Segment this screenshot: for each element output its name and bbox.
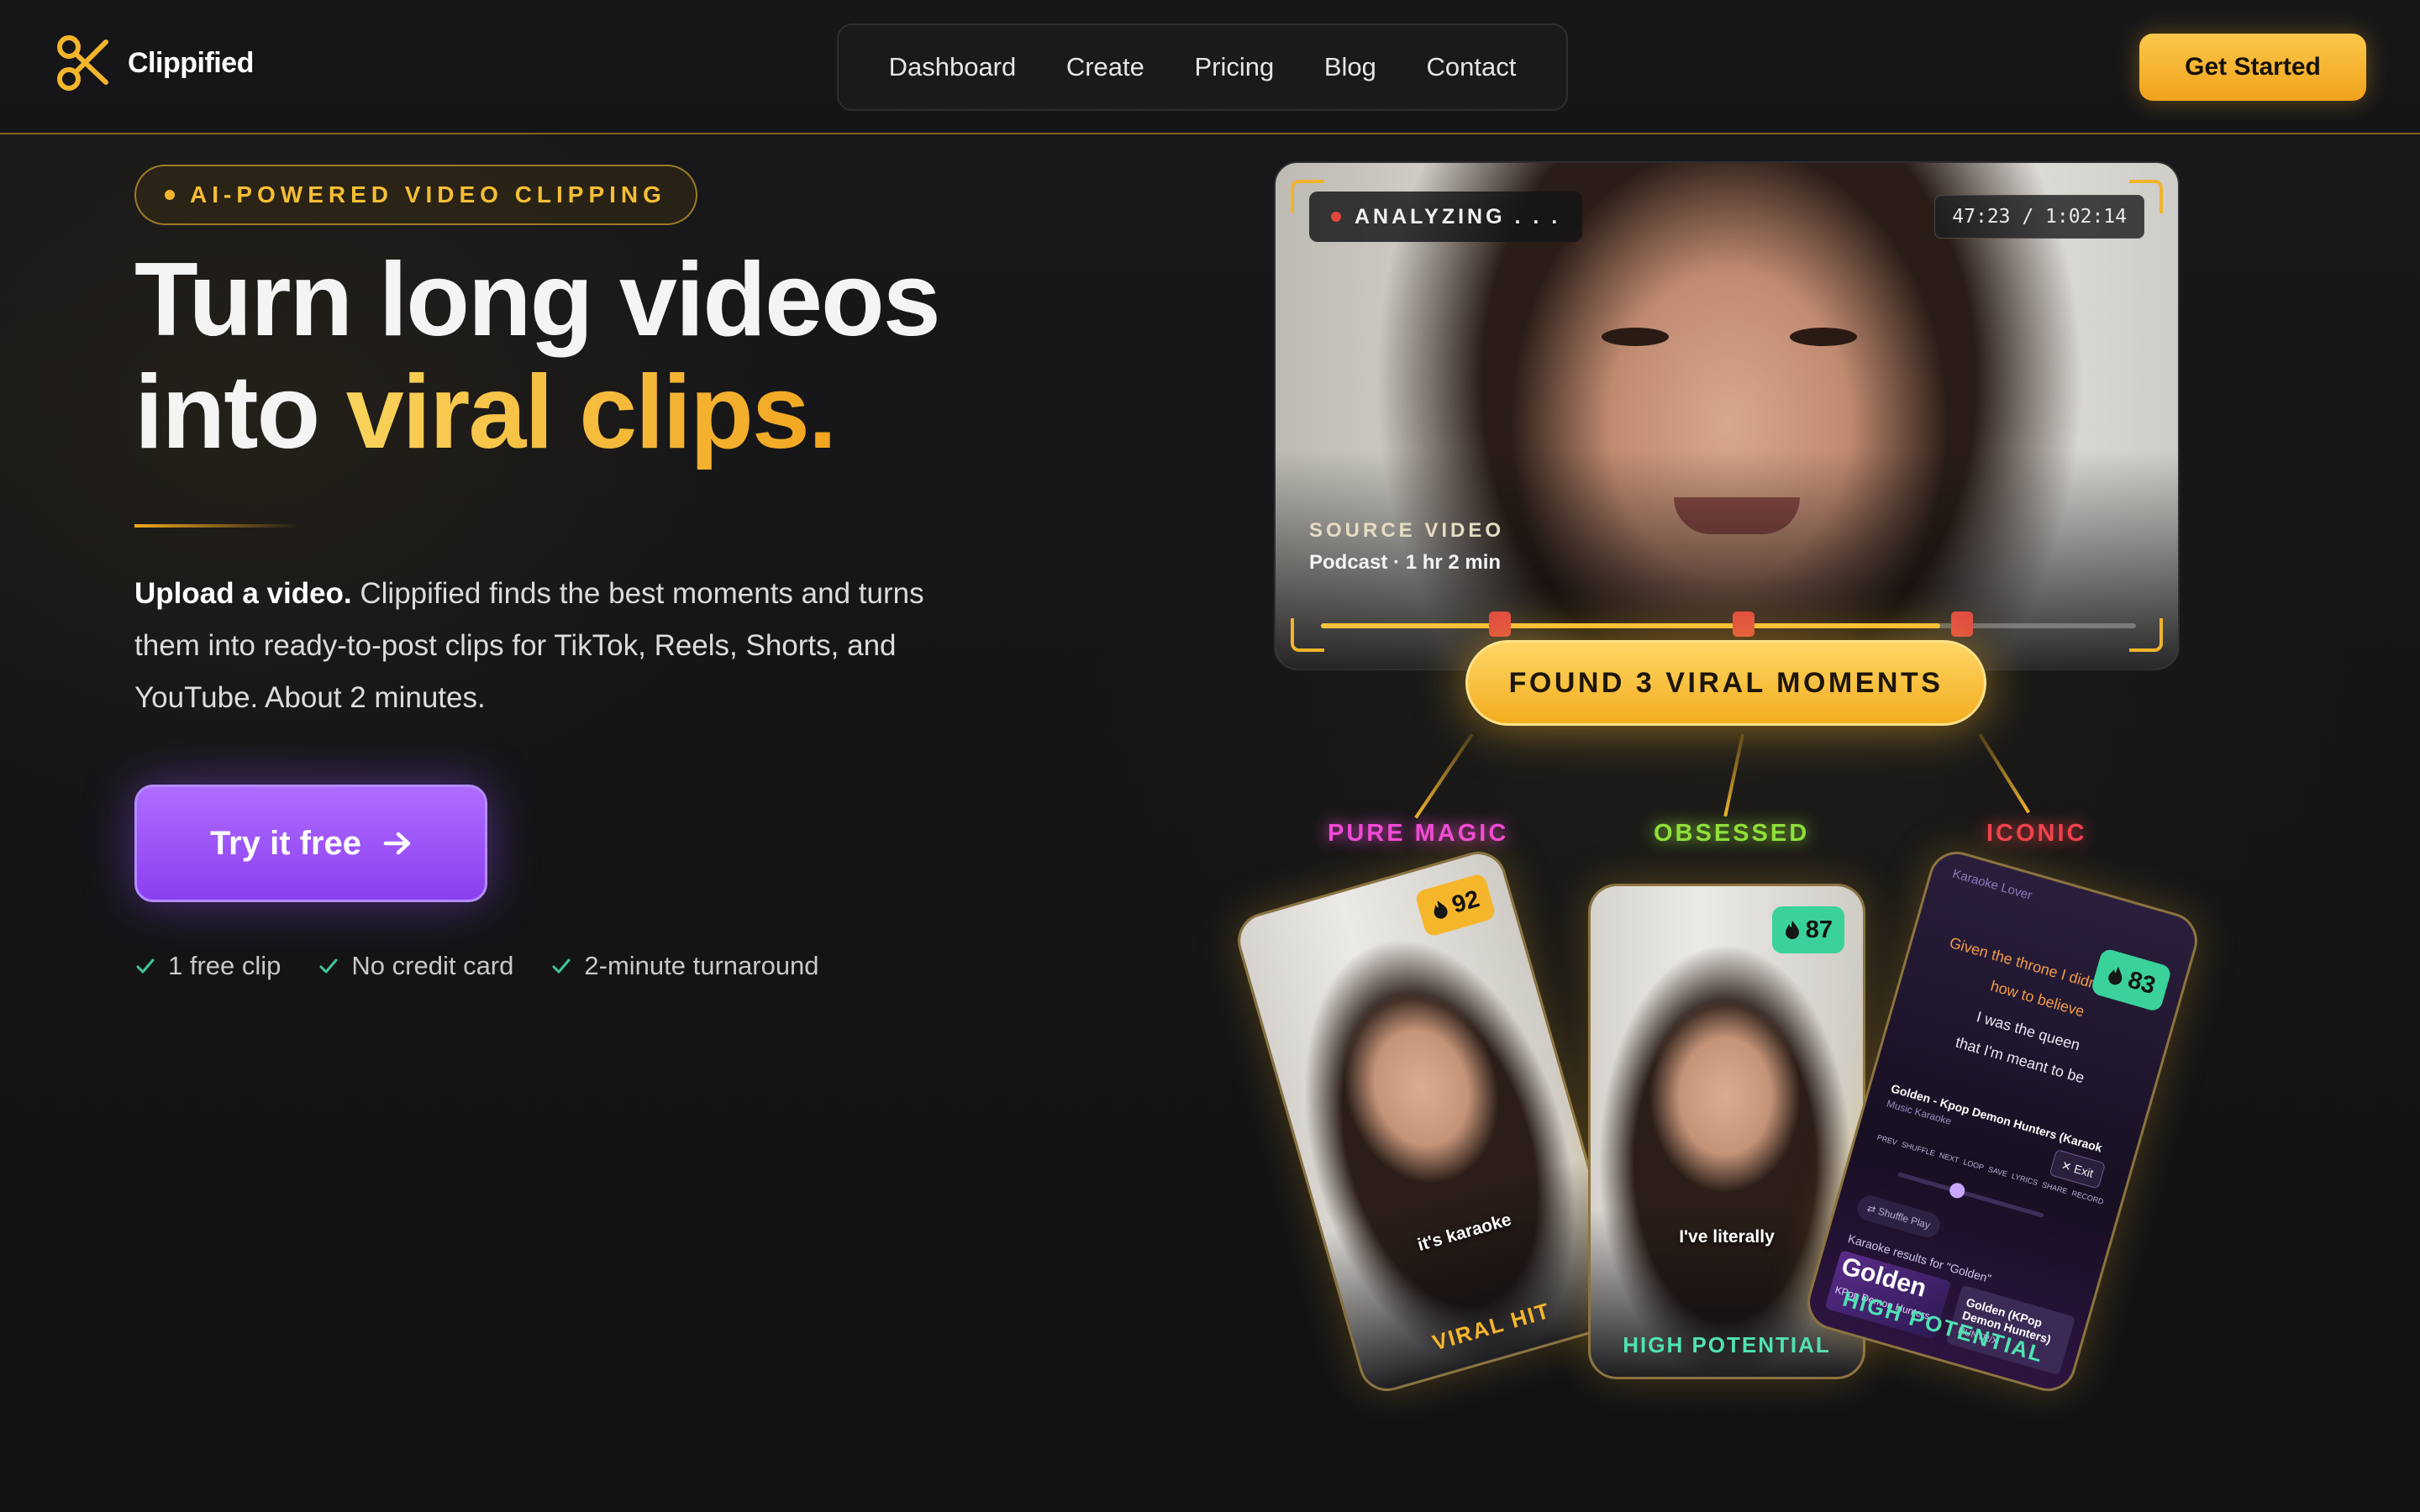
nav-link-pricing[interactable]: Pricing <box>1194 52 1274 82</box>
badge-dot-icon <box>165 190 175 200</box>
perk-item: 2-minute turnaround <box>550 951 819 981</box>
viral-moment-marker <box>1951 612 1973 637</box>
viral-moment-marker <box>1733 612 1754 637</box>
perk-label: No credit card <box>351 951 514 980</box>
try-it-free-button[interactable]: Try it free <box>134 785 487 902</box>
source-video-meta: Podcast · 1 hr 2 min <box>1309 551 1502 574</box>
headline-line-2-plain: into <box>134 354 346 470</box>
connector-line <box>1978 732 2030 814</box>
video-subject-eye <box>1790 328 1857 346</box>
get-started-button[interactable]: Get Started <box>2139 34 2366 101</box>
check-icon <box>319 958 338 974</box>
perks-list: 1 free clip No credit card 2-minute turn… <box>134 951 819 981</box>
video-timecode: 47:23 / 1:02:14 <box>1934 195 2144 239</box>
nav-link-contact[interactable]: Contact <box>1426 52 1516 82</box>
nav-link-blog[interactable]: Blog <box>1324 52 1376 82</box>
score-value: 87 <box>1805 916 1833 943</box>
landing-page: Clippified Dashboard Create Pricing Blog… <box>0 0 2420 1512</box>
brand-logo[interactable]: Clippified <box>55 34 254 92</box>
karaoke-control: SHUFFLE <box>1900 1140 1936 1158</box>
frame-corner <box>1291 618 1324 652</box>
slider-knob <box>1948 1181 1967 1200</box>
score-value: 92 <box>1449 885 1483 919</box>
video-progress-fill <box>1321 623 1941 628</box>
karaoke-control: SAVE <box>1986 1164 2009 1179</box>
perk-label: 2-minute turnaround <box>584 951 819 980</box>
headline-highlight: viral clips. <box>345 354 838 470</box>
flame-icon <box>1785 921 1799 939</box>
perk-item: No credit card <box>318 951 513 981</box>
karaoke-control: RECORD <box>2070 1189 2105 1206</box>
karaoke-app-name: Karaoke Lover <box>1950 866 2034 903</box>
top-nav: Clippified Dashboard Create Pricing Blog… <box>0 0 2420 134</box>
karaoke-control: LOOP <box>1962 1158 1986 1172</box>
video-progress-track <box>1321 612 2136 637</box>
lead-bold: Upload a video. <box>134 577 352 610</box>
arrow-right-icon <box>383 832 411 855</box>
try-it-free-label: Try it free <box>209 824 362 862</box>
brand-name: Clippified <box>128 46 254 79</box>
karaoke-control: PREV <box>1876 1132 1899 1147</box>
badge-text: AI-POWERED VIDEO CLIPPING <box>190 181 666 207</box>
connector-line <box>1414 732 1474 819</box>
perk-label: 1 free clip <box>168 951 281 980</box>
source-video-preview: ANALYZING . . . 47:23 / 1:02:14 SOURCE V… <box>1274 161 2180 670</box>
recording-dot-icon <box>1331 212 1341 222</box>
hero-headline: Turn long videos into viral clips. <box>134 244 1143 469</box>
clip-label-iconic: ICONIC <box>1986 820 2087 847</box>
clip-tag: HIGH POTENTIAL <box>1623 1332 1831 1357</box>
hero-description: Upload a video. Clippified finds the bes… <box>134 568 975 724</box>
karaoke-control: SHARE <box>2040 1180 2069 1196</box>
nav-link-dashboard[interactable]: Dashboard <box>889 52 1017 82</box>
analyzing-label: ANALYZING . . . <box>1355 204 1561 228</box>
bottom-fade <box>0 1428 2420 1512</box>
viral-moment-marker <box>1489 612 1511 637</box>
headline-divider <box>134 524 299 528</box>
headline-line-1: Turn long videos <box>134 242 941 358</box>
check-icon <box>552 958 571 974</box>
flame-icon <box>2107 966 2122 985</box>
clip-label-pure-magic: PURE MAGIC <box>1328 820 1509 847</box>
connector-line <box>1723 733 1744 817</box>
nav-link-create[interactable]: Create <box>1066 52 1144 82</box>
perk-item: 1 free clip <box>134 951 281 981</box>
check-icon <box>136 958 155 974</box>
video-subject-eye <box>1602 328 1669 346</box>
source-video-label: SOURCE VIDEO <box>1309 519 1505 542</box>
clip-label-obsessed: OBSESSED <box>1654 820 1810 847</box>
clip-card[interactable]: 92 it's karaoke VIRAL HIT <box>1231 844 1634 1399</box>
karaoke-control: LYRICS <box>2010 1171 2039 1188</box>
found-moments-pill: FOUND 3 VIRAL MOMENTS <box>1465 640 1986 726</box>
scissors-icon <box>57 35 108 91</box>
karaoke-exit-button: ✕ Exit <box>2049 1149 2107 1189</box>
karaoke-control: NEXT <box>1938 1151 1960 1165</box>
virality-score-badge: 87 <box>1771 906 1844 953</box>
score-value: 83 <box>2124 965 2159 1000</box>
karaoke-shuffle-button: ⇄ Shuffle Play <box>1854 1193 1944 1241</box>
main-nav: Dashboard Create Pricing Blog Contact <box>837 24 1568 111</box>
analyzing-status: ANALYZING . . . <box>1309 192 1583 242</box>
hero-badge: AI-POWERED VIDEO CLIPPING <box>134 165 697 225</box>
flame-icon <box>1434 900 1448 919</box>
